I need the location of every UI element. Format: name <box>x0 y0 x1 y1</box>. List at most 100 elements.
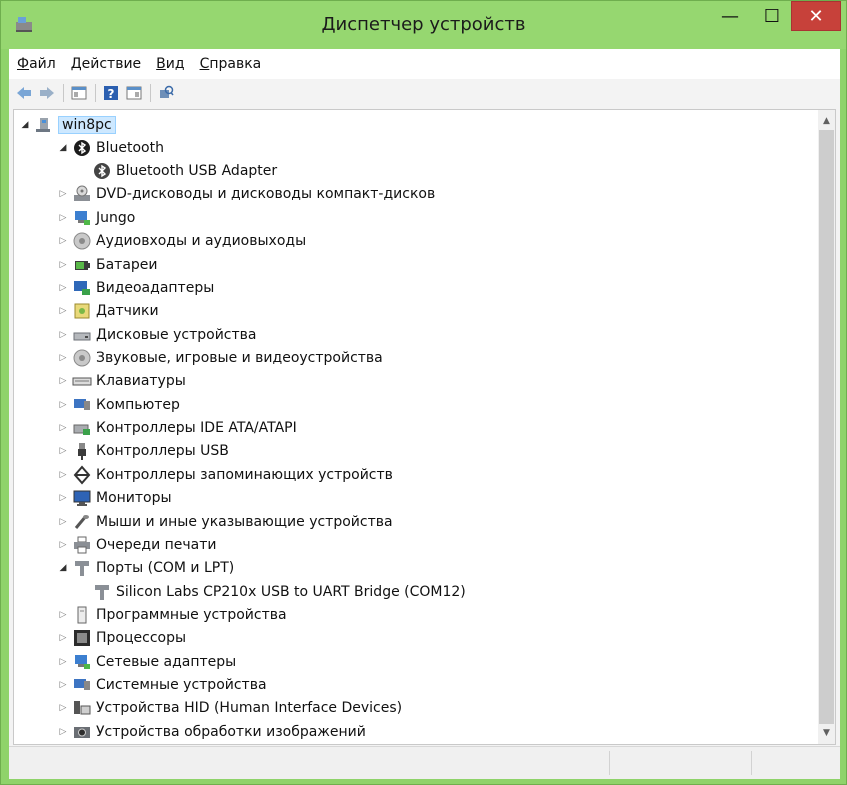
tree-item-print-queues[interactable]: ▷ Очереди печати <box>56 533 217 556</box>
scrollbar-thumb[interactable] <box>819 130 834 724</box>
tree-item-processors[interactable]: ▷ Процессоры <box>56 626 186 649</box>
collapse-caret-icon[interactable]: ▷ <box>56 678 70 692</box>
menu-help[interactable]: Справка <box>198 54 264 74</box>
tree-child-silicon-labs[interactable]: Silicon Labs CP210x USB to UART Bridge (… <box>92 580 466 603</box>
tree-item-label: Silicon Labs CP210x USB to UART Bridge (… <box>116 583 466 600</box>
network-device-icon <box>72 208 92 228</box>
speaker-icon <box>72 231 92 251</box>
tree-root[interactable]: ◢ win8pc <box>18 113 116 136</box>
collapse-caret-icon[interactable]: ▷ <box>56 631 70 645</box>
collapse-caret-icon[interactable]: ▷ <box>56 491 70 505</box>
collapse-caret-icon[interactable]: ▷ <box>56 211 70 225</box>
tree-item-label: Датчики <box>96 302 159 319</box>
collapse-caret-icon[interactable]: ▷ <box>56 608 70 622</box>
collapse-caret-icon[interactable]: ▷ <box>56 281 70 295</box>
collapse-caret-icon[interactable]: ▷ <box>56 351 70 365</box>
port-device-icon <box>92 582 112 602</box>
tree-item-label: Видеоадаптеры <box>96 279 215 296</box>
tree-item-monitors[interactable]: ▷ Мониторы <box>56 486 172 509</box>
vertical-scrollbar[interactable]: ▲ ▼ <box>818 110 835 744</box>
collapse-caret-icon[interactable]: ▷ <box>56 701 70 715</box>
computer-icon <box>72 395 92 415</box>
tree-item-dvd[interactable]: ▷ DVD-дисководы и дисководы компакт-диск… <box>56 182 435 205</box>
close-button[interactable]: ✕ <box>791 1 841 31</box>
bluetooth-icon <box>72 138 92 158</box>
collapse-caret-icon[interactable]: ▷ <box>56 515 70 529</box>
tree-child-bluetooth-adapter[interactable]: Bluetooth USB Adapter <box>92 159 277 182</box>
speaker-icon <box>72 348 92 368</box>
menu-view[interactable]: Вид <box>154 54 186 74</box>
collapse-caret-icon[interactable]: ▷ <box>56 258 70 272</box>
tree-item-computer[interactable]: ▷ Компьютер <box>56 393 180 416</box>
display-adapter-icon <box>72 278 92 298</box>
collapse-caret-icon[interactable]: ▷ <box>56 304 70 318</box>
scroll-up-icon[interactable]: ▲ <box>818 112 835 130</box>
toolbar: ? <box>9 79 840 107</box>
tree-item-software-devices[interactable]: ▷ Программные устройства <box>56 603 287 626</box>
tree-item-sound-devices[interactable]: ▷ Звуковые, игровые и видеоустройства <box>56 346 383 369</box>
tree-item-usb-controllers[interactable]: ▷ Контроллеры USB <box>56 439 229 462</box>
sensor-icon <box>72 301 92 321</box>
menu-action[interactable]: Действие <box>69 54 143 74</box>
tree-item-label: Контроллеры запоминающих устройств <box>96 466 393 483</box>
tree-item-bluetooth[interactable]: ◢ Bluetooth <box>56 136 164 159</box>
scroll-down-icon[interactable]: ▼ <box>818 724 835 742</box>
device-tree[interactable]: ◢ win8pc ◢ Bluetooth Bluetooth USB Adapt… <box>13 109 836 745</box>
disk-drive-icon <box>72 325 92 345</box>
tree-item-label: Bluetooth USB Adapter <box>116 162 278 179</box>
tree-item-mice[interactable]: ▷ Мыши и иные указывающие устройства <box>56 510 393 533</box>
forward-icon[interactable] <box>38 84 56 102</box>
help-icon[interactable]: ? <box>102 84 120 102</box>
tree-item-label: Мониторы <box>96 489 172 506</box>
expand-caret-icon[interactable]: ◢ <box>56 561 70 575</box>
tree-root-label: win8pc <box>58 115 116 134</box>
svg-text:?: ? <box>108 87 115 101</box>
tree-item-sensors[interactable]: ▷ Датчики <box>56 299 159 322</box>
properties-icon[interactable] <box>70 84 88 102</box>
collapse-caret-icon[interactable]: ▷ <box>56 374 70 388</box>
scan-hardware-icon[interactable] <box>157 84 175 102</box>
tree-item-label: Контроллеры USB <box>96 442 229 459</box>
tree-item-disk-drives[interactable]: ▷ Дисковые устройства <box>56 323 257 346</box>
tree-item-storage-controllers[interactable]: ▷ Контроллеры запоминающих устройств <box>56 463 393 486</box>
collapse-caret-icon[interactable]: ▷ <box>56 655 70 669</box>
collapse-caret-icon[interactable]: ▷ <box>56 398 70 412</box>
collapse-caret-icon[interactable]: ▷ <box>56 187 70 201</box>
battery-icon <box>72 255 92 275</box>
tree-item-label: Компьютер <box>96 396 180 413</box>
collapse-caret-icon[interactable]: ▷ <box>56 444 70 458</box>
maximize-button[interactable]: ☐ <box>749 1 795 31</box>
system-device-icon <box>72 675 92 695</box>
port-icon <box>72 558 92 578</box>
tree-item-batteries[interactable]: ▷ Батареи <box>56 253 158 276</box>
expand-caret-icon[interactable]: ◢ <box>18 118 32 132</box>
tree-item-ports[interactable]: ◢ Порты (COM и LPT) <box>56 556 234 579</box>
tree-item-network-adapters[interactable]: ▷ Сетевые адаптеры <box>56 650 237 673</box>
device-manager-window: Диспетчер устройств — ☐ ✕ Файл Действие … <box>0 0 847 785</box>
minimize-button[interactable]: — <box>707 1 753 31</box>
tree-item-imaging-devices[interactable]: ▷ Устройства обработки изображений <box>56 720 366 743</box>
tree-item-audio-io[interactable]: ▷ Аудиовходы и аудиовыходы <box>56 229 306 252</box>
collapse-caret-icon[interactable]: ▷ <box>56 328 70 342</box>
toolbar-separator <box>95 84 96 102</box>
title-bar[interactable]: Диспетчер устройств — ☐ ✕ <box>1 1 846 49</box>
tree-item-system-devices[interactable]: ▷ Системные устройства <box>56 673 267 696</box>
collapse-caret-icon[interactable]: ▷ <box>56 725 70 739</box>
collapse-caret-icon[interactable]: ▷ <box>56 421 70 435</box>
tree-item-jungo[interactable]: ▷ Jungo <box>56 206 136 229</box>
collapse-caret-icon[interactable]: ▷ <box>56 468 70 482</box>
tree-item-label: Звуковые, игровые и видеоустройства <box>96 349 383 366</box>
collapse-caret-icon[interactable]: ▷ <box>56 538 70 552</box>
collapse-caret-icon[interactable]: ▷ <box>56 234 70 248</box>
menu-file[interactable]: Файл <box>15 54 58 74</box>
tree-item-ide-controllers[interactable]: ▷ Контроллеры IDE ATA/ATAPI <box>56 416 297 439</box>
tree-item-keyboards[interactable]: ▷ Клавиатуры <box>56 369 186 392</box>
view-icon[interactable] <box>125 84 143 102</box>
tree-item-label: Процессоры <box>96 629 187 646</box>
back-icon[interactable] <box>15 84 33 102</box>
expand-caret-icon[interactable]: ◢ <box>56 141 70 155</box>
tree-item-label: Батареи <box>96 256 158 273</box>
tree-item-hid[interactable]: ▷ Устройства HID (Human Interface Device… <box>56 696 403 719</box>
tree-item-video-adapters[interactable]: ▷ Видеоадаптеры <box>56 276 215 299</box>
dvd-drive-icon <box>72 184 92 204</box>
